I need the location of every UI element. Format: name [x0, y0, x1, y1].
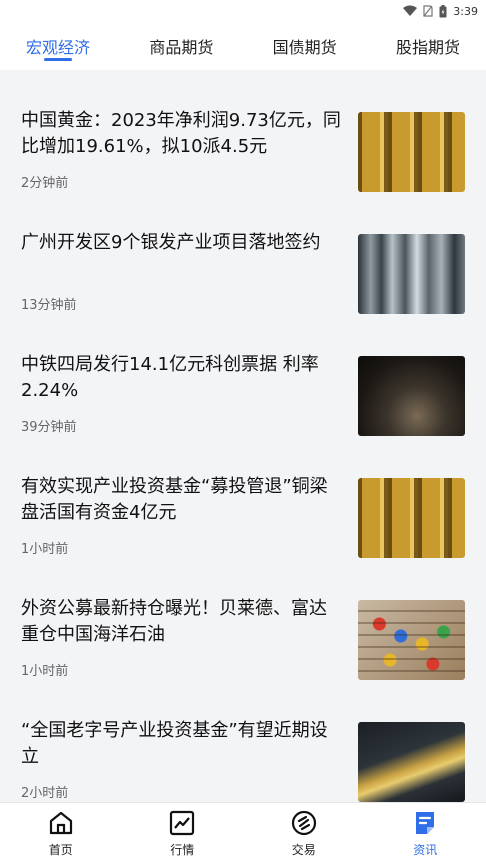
status-time: 3:39 — [453, 4, 478, 18]
chart-icon — [170, 810, 195, 836]
tab-stock-index-futures[interactable]: 股指期货 — [396, 22, 460, 70]
wifi-icon — [403, 5, 418, 16]
abacus-image — [358, 600, 465, 680]
nav-trade[interactable]: 交易 — [243, 803, 365, 864]
news-item[interactable]: “全国老字号产业投资基金”有望近期设立 2小时前 — [0, 702, 486, 802]
nav-news-label: 资讯 — [413, 843, 438, 857]
nav-market[interactable]: 行情 — [122, 803, 244, 864]
category-tabs: 宏观经济 商品期货 国债期货 股指期货 — [0, 22, 486, 70]
news-item[interactable]: 中铁四局发行14.1亿元科创票据 利率2.24% 39分钟前 — [0, 336, 486, 446]
news-title: 中铁四局发行14.1亿元科创票据 利率2.24% — [21, 354, 319, 401]
no-sim-icon — [423, 5, 433, 17]
nav-home-label: 首页 — [48, 843, 73, 857]
gold-bars-image — [358, 478, 465, 558]
home-icon — [49, 811, 72, 835]
tab-commodity-futures[interactable]: 商品期货 — [149, 22, 213, 70]
news-time: 2小时前 — [21, 786, 69, 801]
nav-news[interactable]: 资讯 — [365, 803, 486, 864]
gold-bullion-image — [358, 722, 465, 802]
news-feed[interactable]: 中国黄金：2023年净利润9.73亿元，同比增加19.61%，拟10派4.5元 … — [0, 92, 486, 802]
silver-hair-image — [358, 234, 465, 314]
reading-book-image — [358, 356, 465, 436]
news-title: 有效实现产业投资基金“募投管退”铜梁盘活国有资金4亿元 — [21, 476, 328, 523]
nav-home[interactable]: 首页 — [0, 803, 122, 864]
news-title: “全国老字号产业投资基金”有望近期设立 — [21, 720, 328, 767]
news-time: 1小时前 — [21, 542, 69, 557]
news-item[interactable]: 广州开发区9个银发产业项目落地签约 13分钟前 — [0, 214, 486, 324]
trade-icon — [291, 810, 316, 836]
nav-market-label: 行情 — [170, 843, 195, 857]
tab-treasury-futures[interactable]: 国债期货 — [273, 22, 337, 70]
news-title: 广州开发区9个银发产业项目落地签约 — [21, 232, 321, 253]
tab-macro-economy[interactable]: 宏观经济 — [26, 22, 90, 70]
nav-trade-label: 交易 — [291, 843, 316, 857]
news-item[interactable]: 外资公募最新持仓曝光！贝莱德、富达重仓中国海洋石油 1小时前 — [0, 580, 486, 690]
news-time: 2分钟前 — [21, 176, 69, 191]
status-bar: 3:39 — [0, 0, 486, 22]
news-time: 39分钟前 — [21, 420, 77, 435]
news-item[interactable]: 有效实现产业投资基金“募投管退”铜梁盘活国有资金4亿元 1小时前 — [0, 458, 486, 568]
news-item[interactable]: 中国黄金：2023年净利润9.73亿元，同比增加19.61%，拟10派4.5元 … — [0, 92, 486, 202]
news-title: 外资公募最新持仓曝光！贝莱德、富达重仓中国海洋石油 — [21, 598, 327, 645]
bottom-nav: 首页 行情 交易 资讯 — [0, 802, 486, 864]
news-time: 13分钟前 — [21, 298, 77, 313]
gold-bars-image — [358, 112, 465, 192]
news-icon — [416, 812, 435, 834]
battery-icon — [439, 4, 447, 17]
news-time: 1小时前 — [21, 664, 69, 679]
news-title: 中国黄金：2023年净利润9.73亿元，同比增加19.61%，拟10派4.5元 — [21, 110, 341, 157]
